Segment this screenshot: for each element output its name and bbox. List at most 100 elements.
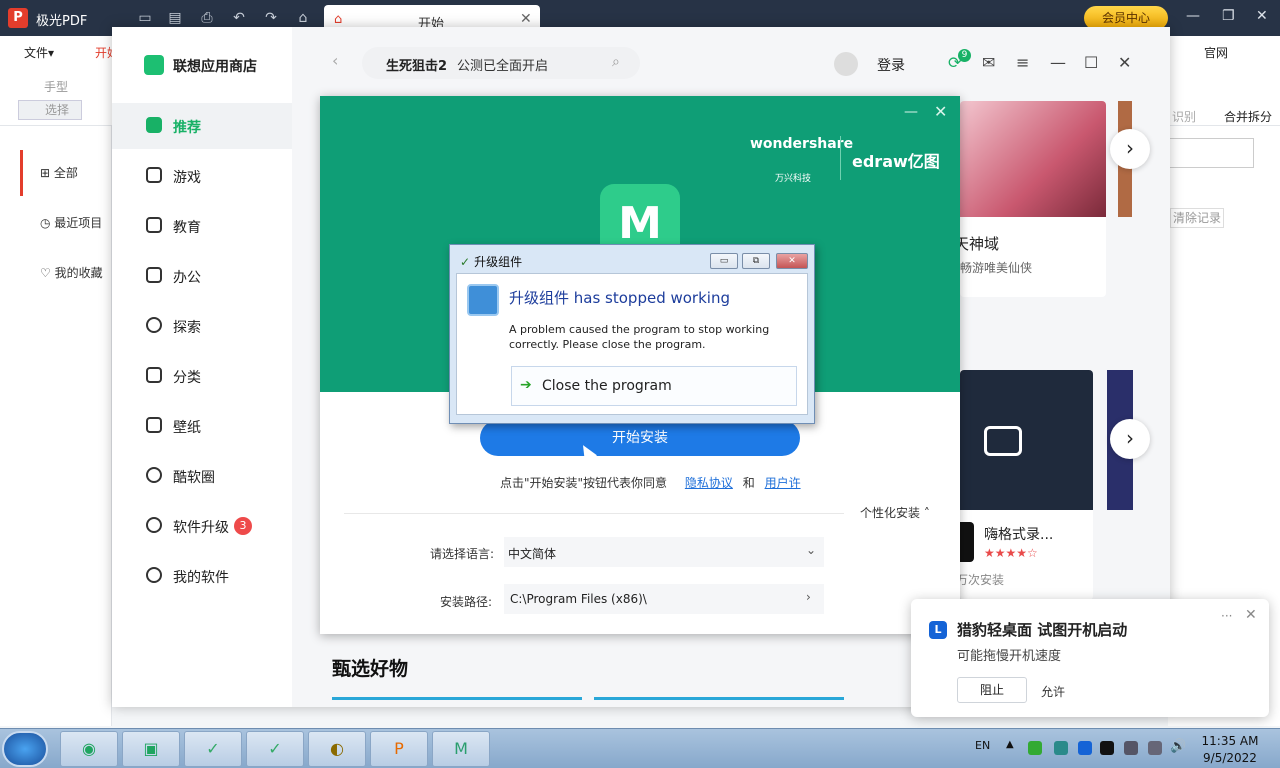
close-tab-icon[interactable]: ✕ xyxy=(520,11,532,27)
privacy-policy-link[interactable]: 隐私协议 xyxy=(685,476,733,490)
custom-install-toggle[interactable]: 个性化安装 ˄ xyxy=(860,504,930,521)
taskbar-installer-1[interactable]: ✓ xyxy=(184,731,242,767)
save-icon[interactable]: ▤ xyxy=(166,9,184,27)
back-arrow-icon[interactable]: ‹ xyxy=(332,51,338,70)
menu-official[interactable]: 官网 xyxy=(1204,44,1228,61)
path-label: 安装路径: xyxy=(440,595,493,609)
start-button[interactable] xyxy=(2,731,48,767)
nav-office[interactable]: 办公 xyxy=(112,253,292,299)
nav-category[interactable]: 分类 xyxy=(112,353,292,399)
nav-software-upgrade[interactable]: 软件升级 3 xyxy=(112,503,292,549)
dialog-heading: 升级组件 has stopped working xyxy=(509,289,730,307)
home-nav-icon[interactable]: ⌂ xyxy=(294,9,312,27)
tool-hand[interactable]: 手型 xyxy=(44,78,68,95)
close-icon[interactable]: ✕ xyxy=(1245,607,1257,623)
search-hint-text: 公测已全面开启 xyxy=(457,59,549,74)
picture-icon xyxy=(146,417,162,433)
print-icon[interactable]: ⎙ xyxy=(198,9,216,27)
tray-app-icon-2[interactable] xyxy=(1054,741,1068,755)
pdf-logo-icon: P xyxy=(8,8,28,28)
app-rating: ★★★★☆ xyxy=(984,546,1038,560)
arrow-right-icon: ➔ xyxy=(520,377,532,393)
pdf-left-favorites[interactable]: ♡ 我的收藏 xyxy=(40,264,103,281)
start-install-button[interactable]: 开始安装 xyxy=(480,420,800,456)
nav-wallpaper[interactable]: 壁纸 xyxy=(112,403,292,449)
game-card[interactable]: 天神域 畅游唯美仙侠 xyxy=(960,101,1106,297)
tray-expand-icon[interactable]: ▲ xyxy=(1006,739,1014,750)
minimize-icon[interactable]: — xyxy=(1186,8,1200,24)
maximize-icon[interactable]: ☐ xyxy=(1084,53,1098,72)
folder-icon[interactable]: ▭ xyxy=(136,9,154,27)
pdf-search-field[interactable] xyxy=(1168,138,1254,168)
nav-recommend[interactable]: 推荐 xyxy=(112,103,292,149)
tool-ocr[interactable]: 识别 xyxy=(1172,108,1196,125)
block-button[interactable]: 阻止 xyxy=(957,677,1027,703)
nav-my-software[interactable]: 我的软件 xyxy=(112,553,292,599)
language-select[interactable]: 中文简体 ⌄ xyxy=(504,537,824,567)
volume-icon[interactable]: 🔊 xyxy=(1170,739,1186,754)
language-label: 请选择语言: xyxy=(430,547,495,561)
tray-tiktok-icon[interactable] xyxy=(1100,741,1114,755)
mail-icon[interactable]: ✉ xyxy=(982,53,995,72)
carousel-next-button[interactable]: › xyxy=(1110,129,1150,169)
taskbar-app-store[interactable]: ▣ xyxy=(122,731,180,767)
close-icon[interactable]: ✕ xyxy=(1118,53,1131,72)
nav-explore[interactable]: 探索 xyxy=(112,303,292,349)
upgrade-icon xyxy=(146,517,162,533)
video-camera-icon xyxy=(984,426,1022,456)
chevron-right-icon[interactable]: › xyxy=(806,590,811,604)
dialog-restore-button[interactable]: ⧉ xyxy=(742,253,770,269)
redo-icon[interactable]: ↷ xyxy=(262,9,280,27)
taskbar-lenovo-security[interactable]: ◉ xyxy=(60,731,118,767)
tray-flag-icon[interactable] xyxy=(1148,741,1162,755)
download-count-badge: 9 xyxy=(958,49,971,62)
dialog-body: 升级组件 has stopped working A problem cause… xyxy=(456,273,808,415)
notification-subtitle: 可能拖慢开机速度 xyxy=(957,649,1062,664)
language-indicator[interactable]: EN xyxy=(975,739,990,752)
allow-button[interactable]: 允许 xyxy=(1041,683,1065,700)
close-window-icon[interactable]: ✕ xyxy=(1256,8,1268,24)
minimize-icon[interactable]: — xyxy=(1050,53,1066,72)
pdf-left-all[interactable]: ⊞ 全部 xyxy=(40,164,78,181)
upgrade-count-badge: 3 xyxy=(234,517,252,535)
installer-close-icon[interactable]: ✕ xyxy=(934,102,947,121)
pdf-left-recent[interactable]: ◷ 最近项目 xyxy=(40,214,102,231)
app-card[interactable]: 嗨格式录... ★★★★☆ 万次安装 xyxy=(960,370,1093,600)
login-button[interactable]: 登录 xyxy=(877,55,905,75)
clock-time[interactable]: 11:35 AM xyxy=(1200,734,1260,748)
compass-icon xyxy=(146,317,162,333)
tool-merge[interactable]: 合并拆分 xyxy=(1224,108,1272,125)
more-options-icon[interactable]: ··· xyxy=(1221,609,1232,623)
nav-cool-software[interactable]: 酷软圈 xyxy=(112,453,292,499)
install-path-field[interactable]: C:\Program Files (x86)\ › xyxy=(504,584,824,614)
clear-records-button[interactable]: 清除记录 xyxy=(1170,208,1224,228)
taskbar-edraw-setup[interactable]: M xyxy=(432,731,490,767)
taskbar-yuanqi[interactable]: ◐ xyxy=(308,731,366,767)
tray-app-icon-1[interactable] xyxy=(1028,741,1042,755)
dialog-close-button[interactable]: ✕ xyxy=(776,253,808,269)
installer-minimize-icon[interactable]: — xyxy=(904,104,918,120)
carousel-next-button-2[interactable]: › xyxy=(1110,419,1150,459)
store-search-bar[interactable]: 生死狙击2 公测已全面开启 ⌕ xyxy=(362,47,640,79)
shield-icon: L xyxy=(929,621,947,639)
menu-icon[interactable]: ≡ xyxy=(1016,53,1029,72)
search-icon[interactable]: ⌕ xyxy=(612,54,620,70)
taskbar-pdf[interactable]: P xyxy=(370,731,428,767)
close-program-button[interactable]: ➔ Close the program xyxy=(511,366,797,406)
tool-select[interactable]: 选择 xyxy=(18,100,82,120)
taskbar-installer-2[interactable]: ✓ xyxy=(246,731,304,767)
dialog-minimize-button[interactable]: ▭ xyxy=(710,253,738,269)
user-agreement-link[interactable]: 用户许 xyxy=(765,476,801,490)
nav-education[interactable]: 教育 xyxy=(112,203,292,249)
taskbar: ◉ ▣ ✓ ✓ ◐ P M EN ▲ 🔊 11:35 AM 9/5/2022 xyxy=(0,728,1280,768)
avatar[interactable] xyxy=(834,52,858,76)
wondershare-logo: wondershare xyxy=(750,136,854,152)
nav-games[interactable]: 游戏 xyxy=(112,153,292,199)
clock-date[interactable]: 9/5/2022 xyxy=(1200,751,1260,765)
game-banner-image xyxy=(960,101,1106,217)
tray-network-icon[interactable] xyxy=(1124,741,1138,755)
tray-app-icon-3[interactable] xyxy=(1078,741,1092,755)
menu-file[interactable]: 文件▾ xyxy=(24,44,54,61)
restore-icon[interactable]: ❐ xyxy=(1222,8,1235,24)
undo-icon[interactable]: ↶ xyxy=(230,9,248,27)
